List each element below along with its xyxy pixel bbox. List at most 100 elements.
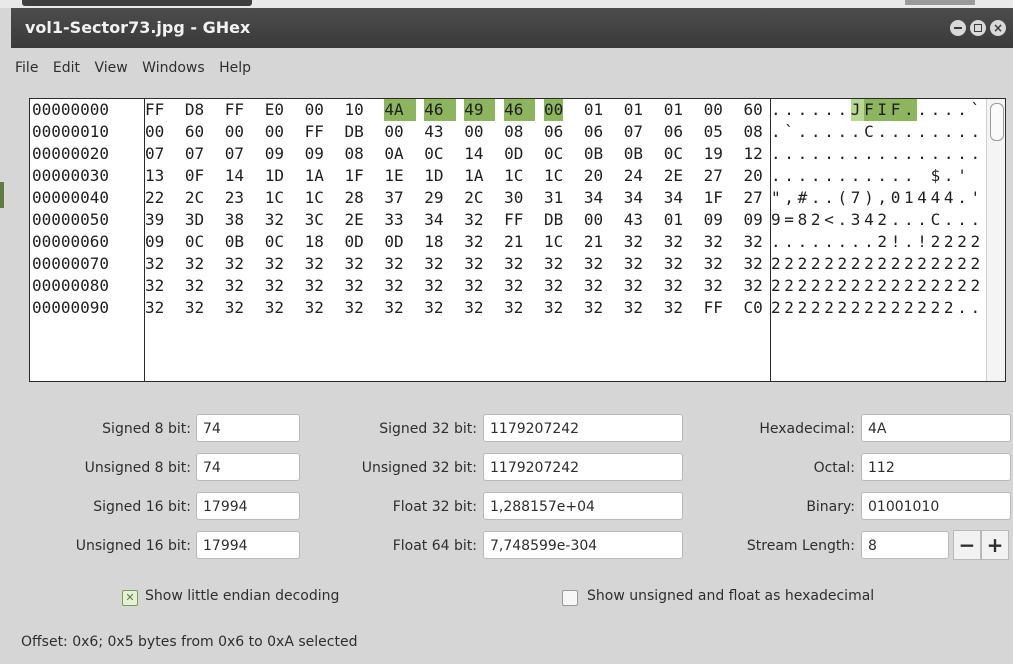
hex-float-checkbox[interactable]: [562, 590, 578, 606]
hex-byte[interactable]: 19: [704, 143, 723, 165]
hex-row[interactable]: 00 60 00 00 FF DB 00 43 00 08 06 06 07 06 05 08: [145, 121, 770, 143]
ascii-char[interactable]: .: [771, 99, 784, 121]
hex-byte[interactable]: 14: [225, 165, 244, 187]
ascii-char[interactable]: 2: [771, 275, 784, 297]
ascii-char[interactable]: 2: [944, 231, 957, 253]
hex-byte[interactable]: 0D: [504, 143, 523, 165]
hex-byte[interactable]: 20: [584, 165, 603, 187]
ascii-char[interactable]: 2: [851, 253, 864, 275]
hex-byte[interactable]: 0C: [424, 143, 443, 165]
ascii-char[interactable]: 2: [944, 253, 957, 275]
hex-byte[interactable]: 32: [265, 253, 284, 275]
ascii-char[interactable]: ,: [877, 187, 890, 209]
hex-byte[interactable]: 09: [145, 231, 164, 253]
ascii-char[interactable]: .: [851, 143, 864, 165]
hex-byte[interactable]: 32: [185, 253, 204, 275]
ascii-char[interactable]: .: [957, 187, 970, 209]
octal-field[interactable]: 112: [861, 453, 1011, 481]
hex-byte[interactable]: 32: [704, 253, 723, 275]
hex-byte[interactable]: 06: [664, 121, 683, 143]
ascii-char[interactable]: 7: [851, 187, 864, 209]
hex-byte[interactable]: 32: [345, 253, 364, 275]
ascii-char[interactable]: 9: [771, 209, 784, 231]
hex-byte[interactable]: 32: [225, 297, 244, 319]
ascii-char[interactable]: 2: [771, 253, 784, 275]
hex-byte[interactable]: D8: [185, 99, 204, 121]
ascii-char[interactable]: .: [944, 143, 957, 165]
hex-byte[interactable]: 01: [624, 99, 643, 121]
menu-help[interactable]: Help: [219, 60, 251, 76]
hex-byte[interactable]: 34: [424, 209, 443, 231]
ascii-char[interactable]: .: [824, 165, 837, 187]
ascii-row[interactable]: . `..... C........: [771, 121, 985, 143]
hex-byte[interactable]: 31: [544, 187, 563, 209]
ascii-char[interactable]: .: [891, 165, 904, 187]
hex-byte[interactable]: 46: [424, 99, 456, 121]
hex-byte[interactable]: FF: [225, 99, 244, 121]
ascii-char[interactable]: F: [864, 99, 878, 121]
hex-byte[interactable]: 30: [504, 187, 523, 209]
hex-byte[interactable]: 32: [464, 275, 483, 297]
ascii-char[interactable]: 2: [771, 297, 784, 319]
ascii-char[interactable]: 2: [877, 231, 890, 253]
hex-byte[interactable]: 32: [544, 297, 563, 319]
hex-byte[interactable]: 00: [305, 99, 324, 121]
ascii-char[interactable]: 2: [944, 275, 957, 297]
minimize-button[interactable]: [950, 20, 966, 36]
ascii-char[interactable]: .: [771, 143, 784, 165]
hex-byte[interactable]: 32: [265, 297, 284, 319]
hex-byte[interactable]: 43: [424, 121, 443, 143]
ascii-char[interactable]: .: [931, 121, 944, 143]
ascii-char[interactable]: [917, 165, 930, 187]
hex-byte[interactable]: 07: [185, 143, 204, 165]
hex-byte[interactable]: 00: [584, 209, 603, 231]
ascii-char[interactable]: ): [864, 187, 877, 209]
hex-byte[interactable]: 1A: [464, 165, 483, 187]
hex-byte[interactable]: 49: [464, 99, 496, 121]
ascii-char[interactable]: 2: [971, 231, 984, 253]
hex-byte[interactable]: DB: [345, 121, 364, 143]
ascii-char[interactable]: 2: [957, 275, 970, 297]
hex-byte[interactable]: 32: [225, 275, 244, 297]
ascii-char[interactable]: .: [784, 143, 797, 165]
ascii-char[interactable]: .: [811, 165, 824, 187]
ascii-char[interactable]: .: [944, 121, 957, 143]
hex-byte[interactable]: DB: [544, 209, 563, 231]
hex-byte[interactable]: 32: [424, 275, 443, 297]
ascii-char[interactable]: 2: [971, 253, 984, 275]
ascii-char[interactable]: 2: [877, 253, 890, 275]
hex-byte[interactable]: 00: [544, 99, 564, 121]
hex-byte[interactable]: 0D: [345, 231, 364, 253]
ascii-char[interactable]: 2: [864, 275, 877, 297]
hex-byte[interactable]: 08: [345, 143, 364, 165]
hex-byte[interactable]: 32: [624, 253, 643, 275]
stream-length-field[interactable]: 8: [861, 531, 949, 559]
ascii-char[interactable]: .: [811, 99, 824, 121]
close-button[interactable]: ×: [990, 20, 1006, 36]
hex-byte[interactable]: 32: [664, 275, 683, 297]
ascii-char[interactable]: 2: [838, 297, 851, 319]
menu-file[interactable]: File: [15, 60, 38, 76]
hex-byte[interactable]: 10: [345, 99, 364, 121]
hex-byte[interactable]: 1C: [265, 187, 284, 209]
ascii-char[interactable]: 2: [931, 297, 944, 319]
hex-byte[interactable]: 39: [145, 209, 164, 231]
ascii-char[interactable]: .: [904, 99, 918, 121]
ascii-char[interactable]: 0: [891, 187, 904, 209]
hex-byte[interactable]: 34: [624, 187, 643, 209]
hex-byte[interactable]: 08: [504, 121, 523, 143]
title-bar[interactable]: vol1-Sector73.jpg - GHex ×: [11, 8, 1013, 48]
float-32-bit-field[interactable]: 1,288157e+04: [483, 492, 683, 520]
ascii-column[interactable]: ...... J F I F..... `. `..... C................…: [771, 99, 985, 381]
hex-byte[interactable]: 09: [704, 209, 723, 231]
hex-byte[interactable]: 13: [145, 165, 164, 187]
ascii-char[interactable]: 2: [877, 275, 890, 297]
hex-byte[interactable]: 1E: [384, 165, 403, 187]
ascii-char[interactable]: F: [890, 99, 904, 121]
hex-byte[interactable]: 32: [744, 231, 763, 253]
ascii-char[interactable]: `: [971, 99, 984, 121]
hex-byte[interactable]: 1C: [544, 165, 563, 187]
hex-byte[interactable]: FF: [704, 297, 723, 319]
ascii-char[interactable]: 3: [851, 209, 864, 231]
menu-edit[interactable]: Edit: [53, 60, 80, 76]
